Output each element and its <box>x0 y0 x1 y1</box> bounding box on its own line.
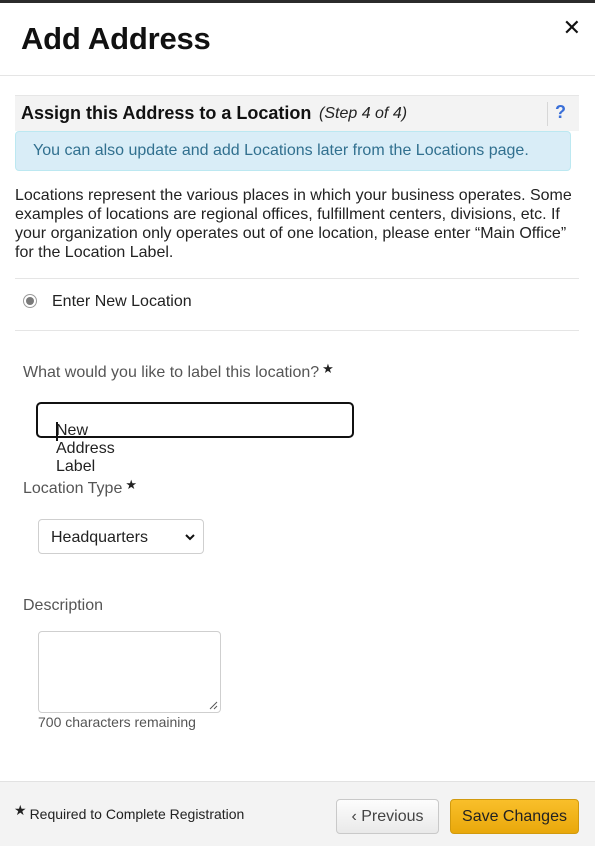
required-star-icon: ★ <box>322 361 334 376</box>
divider <box>15 278 579 279</box>
enter-new-location-radio[interactable] <box>23 294 37 308</box>
location-label-field-label: What would you like to label this locati… <box>23 361 334 382</box>
locations-description: Locations represent the various places i… <box>15 187 572 261</box>
step-header: Assign this Address to a Location (Step … <box>15 95 579 131</box>
resize-handle-icon[interactable] <box>209 701 218 710</box>
text-cursor <box>56 422 58 441</box>
save-changes-button[interactable]: Save Changes <box>450 799 579 834</box>
characters-remaining: 700 characters remaining <box>38 714 196 730</box>
location-type-value: Headquarters <box>51 529 148 546</box>
chevron-down-icon <box>185 534 195 541</box>
divider <box>15 330 579 331</box>
step-counter: (Step 4 of 4) <box>319 105 408 122</box>
required-star-icon: ★ <box>14 802 27 818</box>
location-type-select[interactable]: Headquarters <box>38 519 204 554</box>
required-note-text: Required to Complete Registration <box>29 806 245 822</box>
required-star-icon: ★ <box>125 477 137 492</box>
location-label-question: What would you like to label this locati… <box>23 364 320 381</box>
description-label: Description <box>23 597 104 614</box>
description-field-label: Description <box>23 597 103 615</box>
location-label-input[interactable]: New Address Label <box>36 402 354 475</box>
step-title: Assign this Address to a Location <box>21 103 312 123</box>
location-type-field-label: Location Type ★ <box>23 477 137 498</box>
close-icon[interactable]: ✕ <box>563 17 581 39</box>
dialog-header: Add Address ✕ <box>0 3 595 76</box>
dialog-title: Add Address <box>21 21 211 56</box>
enter-new-location-label[interactable]: Enter New Location <box>52 293 192 311</box>
previous-button[interactable]: ‹ Previous <box>336 799 439 834</box>
info-alert-text: You can also update and add Locations la… <box>33 142 529 159</box>
info-alert: You can also update and add Locations la… <box>15 131 571 171</box>
divider <box>547 102 548 126</box>
dialog-footer: ★ Required to Complete Registration ‹ Pre… <box>0 781 595 846</box>
description-textarea[interactable] <box>38 631 221 713</box>
help-icon[interactable]: ? <box>555 102 566 123</box>
location-label-value: New Address Label <box>56 422 115 475</box>
location-type-label: Location Type <box>23 480 123 497</box>
required-note: ★ Required to Complete Registration <box>14 802 245 823</box>
